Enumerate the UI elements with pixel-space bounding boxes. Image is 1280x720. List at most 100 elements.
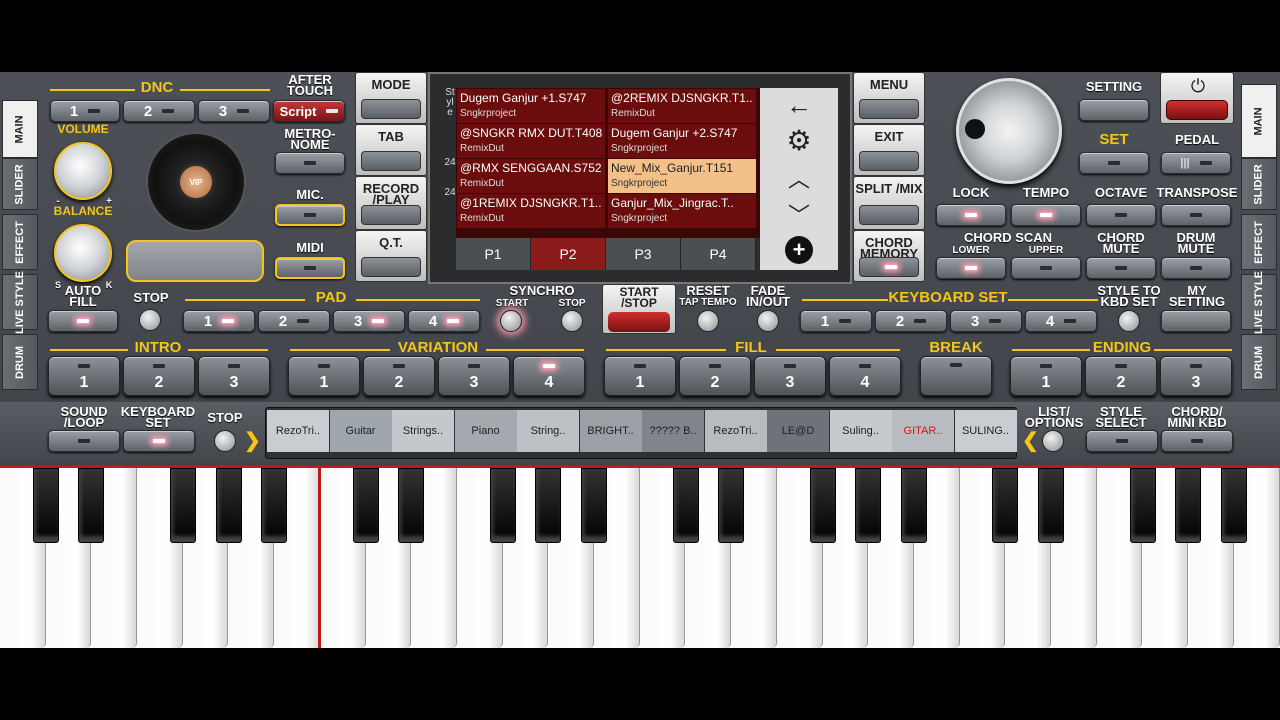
fill-button-1[interactable]: 1: [604, 356, 676, 396]
exit-button[interactable]: EXIT: [853, 124, 925, 176]
instrument-slot-3[interactable]: Strings..: [392, 410, 454, 452]
black-key[interactable]: [169, 468, 196, 543]
ending-button-1[interactable]: 1: [1010, 356, 1082, 396]
pedal-button[interactable]: |||: [1161, 152, 1231, 174]
dnc-button-3[interactable]: 3: [198, 100, 270, 122]
keyboard-set-small-button[interactable]: [123, 430, 195, 452]
fill-button-2[interactable]: 2: [679, 356, 751, 396]
set-button[interactable]: [1079, 152, 1149, 174]
style-cell-1-4[interactable]: @1REMIX DJSNGKR.T1.. RemixDut: [457, 194, 605, 228]
side-tab-effect[interactable]: EFFECT: [2, 214, 38, 270]
instrument-slot-5[interactable]: String..: [517, 410, 579, 452]
octave-button[interactable]: [1086, 204, 1156, 226]
style-cell-2-3-selected[interactable]: New_Mix_Ganjur.T151 Sngkrproject: [608, 159, 756, 193]
midi-button[interactable]: [275, 257, 345, 279]
kbd-set-button-4[interactable]: 4: [1025, 310, 1097, 332]
side-tab-drum[interactable]: DRUM: [2, 334, 38, 390]
variation-button-2[interactable]: 2: [363, 356, 435, 396]
side-tab-main[interactable]: MAIN: [2, 100, 38, 158]
start-stop-button[interactable]: START /STOP: [602, 284, 676, 334]
chevron-up-icon[interactable]: ︿: [760, 162, 838, 194]
style-to-kbd-knob[interactable]: [1118, 310, 1140, 332]
balance-knob[interactable]: [54, 224, 112, 282]
chord-mute-button[interactable]: [1086, 257, 1156, 279]
data-dial-knob[interactable]: [956, 78, 1062, 184]
chord-memory-button[interactable]: CHORD MEMORY: [853, 230, 925, 282]
black-key[interactable]: [32, 468, 59, 543]
transpose-button[interactable]: [1161, 204, 1231, 226]
tab-p4[interactable]: P4: [681, 238, 756, 270]
back-arrow-icon[interactable]: ←: [760, 90, 838, 124]
chevron-down-icon[interactable]: ﹀: [760, 198, 838, 230]
black-key[interactable]: [855, 468, 882, 543]
scroll-left-arrow-icon[interactable]: ❮: [1022, 430, 1039, 452]
pad-button-3[interactable]: 3: [333, 310, 405, 332]
side-tab-slider[interactable]: SLIDER: [2, 158, 38, 210]
variation-button-4[interactable]: 4: [513, 356, 585, 396]
black-key[interactable]: [535, 468, 562, 543]
side-tab-main-right[interactable]: MAIN: [1241, 84, 1277, 158]
kbd-set-button-1[interactable]: 1: [800, 310, 872, 332]
black-key[interactable]: [489, 468, 516, 543]
settings-gear-icon[interactable]: ⚙: [760, 124, 838, 160]
tab-p2[interactable]: P2: [531, 238, 606, 270]
variation-button-1[interactable]: 1: [288, 356, 360, 396]
black-key[interactable]: [215, 468, 242, 543]
black-key[interactable]: [1175, 468, 1202, 543]
style-cell-2-2[interactable]: Dugem Ganjur +2.S747 Sngkrproject: [608, 124, 756, 158]
tempo-button[interactable]: [1011, 204, 1081, 226]
black-key[interactable]: [261, 468, 288, 543]
volume-knob[interactable]: [54, 142, 112, 200]
style-cell-1-3[interactable]: @RMX SENGGAAN.S752 RemixDut: [457, 159, 605, 193]
pad-stop-knob[interactable]: [139, 309, 161, 331]
side-tab-slider-right[interactable]: SLIDER: [1241, 158, 1277, 210]
qt-button[interactable]: Q.T.: [355, 230, 427, 282]
black-key[interactable]: [1129, 468, 1156, 543]
side-tab-live-style-right[interactable]: LIVE STYLE: [1241, 271, 1277, 333]
reset-knob[interactable]: [697, 310, 719, 332]
vip-disc[interactable]: VIP: [146, 132, 246, 232]
black-key[interactable]: [901, 468, 927, 543]
break-button[interactable]: [920, 356, 992, 396]
style-select-button[interactable]: [1086, 430, 1158, 452]
split-mix-button[interactable]: SPLIT /MIX: [853, 176, 925, 230]
chord-scan-lower-button[interactable]: [936, 257, 1006, 279]
side-tab-live-style[interactable]: LIVE STYLE: [2, 271, 38, 333]
style-cell-1-1[interactable]: Dugem Ganjur +1.S747 Sngkrproject: [457, 89, 605, 123]
setting-button[interactable]: [1079, 99, 1149, 121]
fill-button-4[interactable]: 4: [829, 356, 901, 396]
dnc-button-1[interactable]: 1: [50, 100, 120, 122]
intro-button-1[interactable]: 1: [48, 356, 120, 396]
instrument-slot-10[interactable]: Suling..: [829, 410, 892, 452]
instrument-slot-8[interactable]: RezoTri..: [704, 410, 767, 452]
kbd-set-button-2[interactable]: 2: [875, 310, 947, 332]
synchro-stop-knob[interactable]: [561, 310, 583, 332]
auto-fill-button[interactable]: [48, 310, 118, 332]
menu-button[interactable]: MENU: [853, 72, 925, 124]
style-cell-1-2[interactable]: @SNGKR RMX DUT.T408 RemixDut: [457, 124, 605, 158]
synchro-start-knob[interactable]: [500, 310, 522, 332]
intro-button-2[interactable]: 2: [123, 356, 195, 396]
tab-p1[interactable]: P1: [456, 238, 531, 270]
pad-button-4[interactable]: 4: [408, 310, 480, 332]
chord-mini-kbd-button[interactable]: [1161, 430, 1233, 452]
black-key[interactable]: [992, 468, 1019, 543]
side-tab-drum-right[interactable]: DRUM: [1241, 334, 1277, 390]
black-key[interactable]: [398, 468, 425, 543]
script-button[interactable]: Script: [273, 100, 345, 122]
scroll-right-arrow-icon[interactable]: ❯: [244, 430, 261, 452]
dnc-button-2[interactable]: 2: [123, 100, 195, 122]
lock-button[interactable]: [936, 204, 1006, 226]
instrument-slot-9[interactable]: LE@D: [767, 410, 829, 452]
black-key[interactable]: [1220, 468, 1247, 543]
instrument-slot-11[interactable]: GITAR..: [892, 410, 954, 452]
style-cell-2-1[interactable]: @2REMIX DJSNGKR.T1.. RemixDut: [608, 89, 756, 123]
instrument-slot-2[interactable]: Guitar: [329, 410, 392, 452]
black-key[interactable]: [78, 468, 105, 543]
pad-button-2[interactable]: 2: [258, 310, 330, 332]
sound-loop-button[interactable]: [48, 430, 120, 452]
record-play-button[interactable]: RECORD /PLAY: [355, 176, 427, 230]
mode-button[interactable]: MODE: [355, 72, 427, 124]
side-tab-effect-right[interactable]: EFFECT: [1241, 214, 1277, 270]
power-button[interactable]: ⏻: [1160, 72, 1234, 124]
